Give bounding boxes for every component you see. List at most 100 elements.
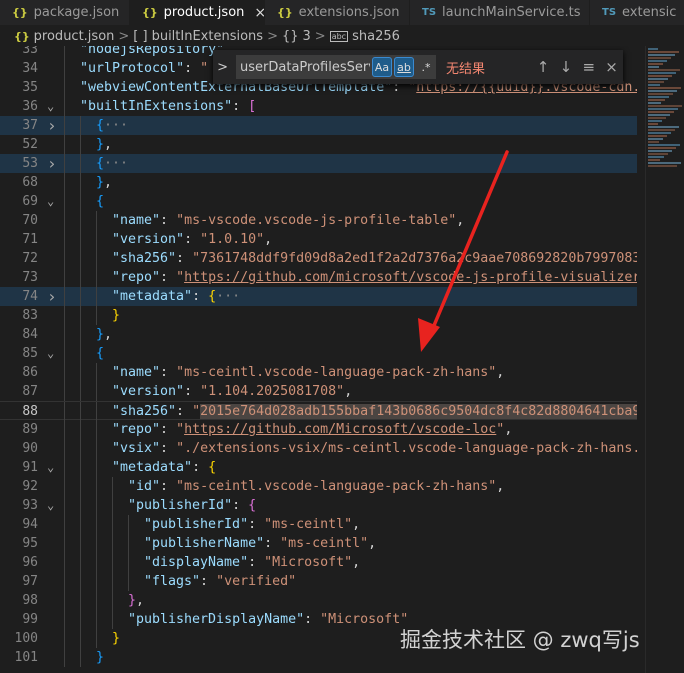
fold-chevron-right-icon[interactable]: ›	[47, 116, 57, 135]
code-line[interactable]: 87 "version": "1.104.2025081708",	[0, 382, 637, 401]
line-number: 99	[22, 612, 38, 627]
minimap-line	[648, 75, 672, 77]
indent-guide	[80, 496, 81, 515]
code-line[interactable]: 53 › {···	[0, 154, 637, 173]
code-line[interactable]: 85 ⌄ {	[0, 344, 637, 363]
code-line[interactable]: 95 "publisherName": "ms-ceintl",	[0, 534, 637, 553]
code-line[interactable]: 68},	[0, 173, 637, 192]
tab-extensions-json[interactable]: {} extensions.json	[265, 0, 410, 25]
match-case-toggle[interactable]: Aa	[372, 57, 393, 77]
indent-guide	[96, 268, 97, 287]
indent-guide	[64, 135, 65, 154]
tab-product-json[interactable]: {} product.json ×	[130, 0, 265, 25]
indent-guide	[64, 591, 65, 610]
punctuation: ,	[104, 137, 113, 152]
code-line[interactable]: 92 "id": "ms-ceintl.vscode-language-pack-…	[0, 477, 637, 496]
json-key: "publisherName"	[144, 536, 265, 551]
json-string: "	[192, 404, 201, 419]
toggle-replace-chevron-icon[interactable]: >	[213, 60, 232, 75]
json-string: "	[176, 270, 185, 285]
indent-guide	[64, 211, 65, 230]
whole-word-toggle[interactable]: ab	[394, 57, 415, 77]
code-line[interactable]: 73 "repo": "https://github.com/microsoft/…	[0, 268, 637, 287]
code-text: },	[128, 591, 637, 610]
code-line[interactable]: 91 ⌄ "metadata": {	[0, 458, 637, 477]
indent-guide	[80, 553, 81, 572]
indent-guide	[96, 402, 97, 421]
indent-guide	[64, 402, 65, 421]
code-editor[interactable]: 101} 100} 99 "publisherDisplayName": "Micro…	[0, 46, 684, 673]
breadcrumb-array[interactable]: builtInExtensions	[152, 29, 263, 44]
code-line[interactable]: 96 "displayName": "Microsoft",	[0, 553, 637, 572]
json-key: "displayName"	[144, 555, 249, 570]
code-line[interactable]: 88 "sha256": "2015e764d028adb155bbaf143b0…	[0, 401, 637, 421]
indent-guide	[96, 230, 97, 249]
indent-guide	[64, 306, 65, 325]
punctuation: :	[176, 251, 193, 266]
link[interactable]: https://github.com/Microsoft/vscode-loc	[184, 422, 496, 437]
folded-ellipsis: ···	[216, 289, 241, 304]
tab-label: extensions.json	[298, 5, 400, 20]
code-line[interactable]: 71 "version": "1.0.10",	[0, 230, 637, 249]
code-line[interactable]: 89 "repo": "https://github.com/Microsoft/…	[0, 420, 637, 439]
punctuation: :	[160, 422, 177, 437]
tab-extensic[interactable]: TS extensic	[590, 0, 684, 25]
json-key: "sha256"	[112, 251, 177, 266]
indent-guide	[80, 344, 81, 363]
code-line[interactable]: 97 "flags": "verified"	[0, 572, 637, 591]
code-text: {···	[96, 154, 637, 173]
indent-guide	[64, 116, 65, 135]
code-line[interactable]: 37 › {···	[0, 116, 637, 135]
code-line[interactable]: 52},	[0, 135, 637, 154]
indent-guide	[112, 534, 113, 553]
fold-chevron-down-icon[interactable]: ⌄	[47, 458, 54, 477]
fold-chevron-right-icon[interactable]: ›	[47, 287, 57, 306]
fold-chevron-down-icon[interactable]: ⌄	[47, 97, 54, 116]
minimap-line	[648, 48, 658, 50]
punctuation: :	[192, 460, 209, 475]
fold-chevron-down-icon[interactable]: ⌄	[47, 192, 54, 211]
indent-guide	[112, 591, 113, 610]
tab-launchmainservice-ts[interactable]: TS launchMainService.ts	[410, 0, 590, 25]
breadcrumb-field[interactable]: sha256	[352, 29, 400, 44]
code-line[interactable]: 74 › "metadata": {···	[0, 287, 637, 306]
indent-guide	[64, 249, 65, 268]
indent-guide	[80, 534, 81, 553]
indent-guide	[96, 477, 97, 496]
code-line[interactable]: 98},	[0, 591, 637, 610]
breadcrumb-file[interactable]: product.json	[34, 29, 115, 44]
code-line[interactable]: 90 "vsix": "./extensions-vsix/ms-ceintl.v…	[0, 439, 637, 458]
code-line[interactable]: 69 ⌄ {	[0, 192, 637, 211]
find-input[interactable]: userDataProfilesServ Aa ab .*	[236, 55, 437, 79]
indent-guide	[64, 553, 65, 572]
next-match-arrow-down-icon[interactable]: ↓	[554, 58, 577, 76]
fold-chevron-right-icon[interactable]: ›	[47, 154, 57, 173]
code-text: },	[96, 325, 637, 344]
link[interactable]: https://github.com/microsoft/vscode-js-p…	[184, 270, 637, 285]
code-line[interactable]: 93 ⌄ "publisherId": {	[0, 496, 637, 515]
previous-match-arrow-up-icon[interactable]: ↑	[532, 58, 555, 76]
close-tab-icon[interactable]: ×	[254, 5, 264, 21]
code-line[interactable]: 36 ⌄ "builtInExtensions": [	[0, 97, 637, 116]
line-number: 73	[22, 270, 38, 285]
code-line[interactable]: 94 "publisherId": "ms-ceintl",	[0, 515, 637, 534]
chevron-right-icon: >	[267, 28, 278, 44]
regex-toggle[interactable]: .*	[416, 57, 436, 77]
json-string: "1.104.2025081708"	[200, 384, 345, 399]
line-number: 89	[22, 422, 38, 437]
breadcrumb-index[interactable]: 3	[303, 29, 311, 44]
fold-chevron-down-icon[interactable]: ⌄	[47, 344, 54, 363]
breadcrumb: {} product.json > [ ] builtInExtensions …	[0, 25, 684, 47]
find-in-selection-icon[interactable]: ≡	[577, 58, 600, 76]
code-line[interactable]: 83}	[0, 306, 637, 325]
code-text: {	[96, 192, 637, 211]
code-line[interactable]: 72 "sha256": "7361748ddf9fd09d8a2ed1f2a2d…	[0, 249, 637, 268]
tab-package-json[interactable]: {} package.json	[0, 0, 130, 25]
code-line[interactable]: 84},	[0, 325, 637, 344]
fold-chevron-down-icon[interactable]: ⌄	[47, 496, 54, 515]
punctuation: :	[160, 479, 177, 494]
code-line[interactable]: 86 "name": "ms-ceintl.vscode-language-pac…	[0, 363, 637, 382]
minimap[interactable]	[645, 46, 684, 673]
close-find-icon[interactable]: ×	[600, 58, 623, 76]
code-line[interactable]: 70 "name": "ms-vscode.vscode-js-profile-t…	[0, 211, 637, 230]
